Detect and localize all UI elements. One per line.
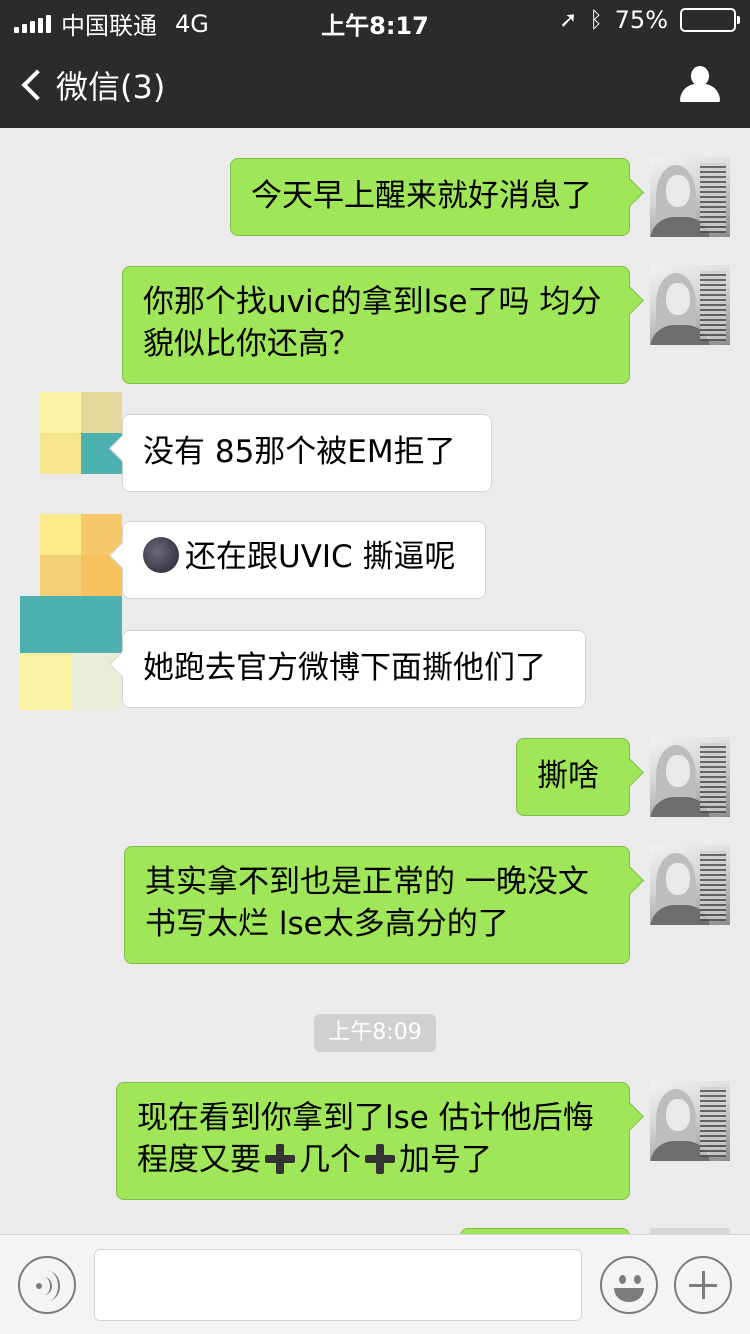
battery-percent: 75% [614, 6, 668, 34]
message-bubble-outgoing[interactable]: 今天早上醒来就好消息了 [230, 158, 630, 236]
message-text-line: 貌似比你还高？ [143, 326, 360, 362]
message-input[interactable] [94, 1249, 582, 1321]
my-avatar[interactable] [650, 737, 730, 817]
message-text-line: 程度又要 几个 加号了 [137, 1139, 609, 1181]
message-text-fragment: 几个 [299, 1142, 361, 1178]
message-text-fragment: 程度又要 [137, 1142, 261, 1178]
battery-icon [680, 8, 740, 32]
my-avatar[interactable] [650, 1081, 730, 1161]
nav-bar: 微信(3) [0, 40, 750, 128]
message-bubble-outgoing[interactable]: 现在看到你拿到了lse 估计他后悔 程度又要 几个 加号了 [116, 1082, 630, 1200]
chat-area[interactable]: 今天早上醒来就好消息了 你那个找uvic的拿到lse了吗 均分 貌似比你还高？ … [0, 128, 750, 1234]
message-bubble-incoming[interactable]: 没有 85那个被EM拒了 [122, 414, 492, 492]
my-avatar[interactable] [650, 265, 730, 345]
back-label: 微信(3) [56, 68, 166, 106]
heavy-plus-icon [365, 1144, 395, 1174]
time-separator: 上午8:09 [314, 1014, 436, 1052]
message-text-line: 书写太烂 lse太多高分的了 [145, 906, 509, 942]
message-text-fragment: 加号了 [399, 1142, 492, 1178]
new-moon-face-icon [143, 537, 179, 573]
message-text: 她跑去官方微博下面撕他们了 [143, 650, 546, 686]
message-text: 没有 85那个被EM拒了 [143, 434, 456, 470]
my-avatar[interactable] [650, 157, 730, 237]
voice-icon[interactable] [18, 1256, 76, 1314]
message-bubble-outgoing[interactable]: 撕啥 [516, 738, 630, 816]
contact-avatar[interactable] [20, 596, 122, 710]
message-text-line: 现在看到你拿到了lse 估计他后悔 [137, 1100, 594, 1136]
status-bar: 中国联通 4G 上午8:17 ➚ ᛒ 75% [0, 0, 750, 40]
plus-icon[interactable] [674, 1256, 732, 1314]
my-avatar[interactable] [650, 845, 730, 925]
message-bubble-outgoing[interactable]: 你那个找uvic的拿到lse了吗 均分 貌似比你还高？ [122, 266, 630, 384]
back-button[interactable]: 微信(3) [18, 62, 165, 108]
message-text: 还在跟UVIC 撕逼呢 [185, 539, 456, 575]
contact-avatar[interactable] [40, 392, 122, 474]
message-bubble-outgoing[interactable]: 其实拿不到也是正常的 一晚没文 书写太烂 lse太多高分的了 [124, 846, 630, 964]
message-text-line: 其实拿不到也是正常的 一晚没文 [145, 864, 589, 900]
message-bubble-incoming[interactable]: 还在跟UVIC 撕逼呢 [122, 521, 486, 599]
smiley-icon[interactable] [600, 1256, 658, 1314]
person-icon[interactable] [680, 66, 720, 102]
message-text: 撕啥 [537, 758, 599, 794]
message-text-line: 你那个找uvic的拿到lse了吗 均分 [143, 284, 602, 320]
chevron-left-icon [21, 69, 53, 101]
input-bar [0, 1234, 750, 1334]
message-text: 今天早上醒来就好消息了 [251, 178, 592, 214]
location-icon: ➚ [559, 7, 578, 33]
bluetooth-icon: ᛒ [589, 7, 603, 33]
heavy-plus-icon [265, 1144, 295, 1174]
message-bubble-incoming[interactable]: 她跑去官方微博下面撕他们了 [122, 630, 586, 708]
